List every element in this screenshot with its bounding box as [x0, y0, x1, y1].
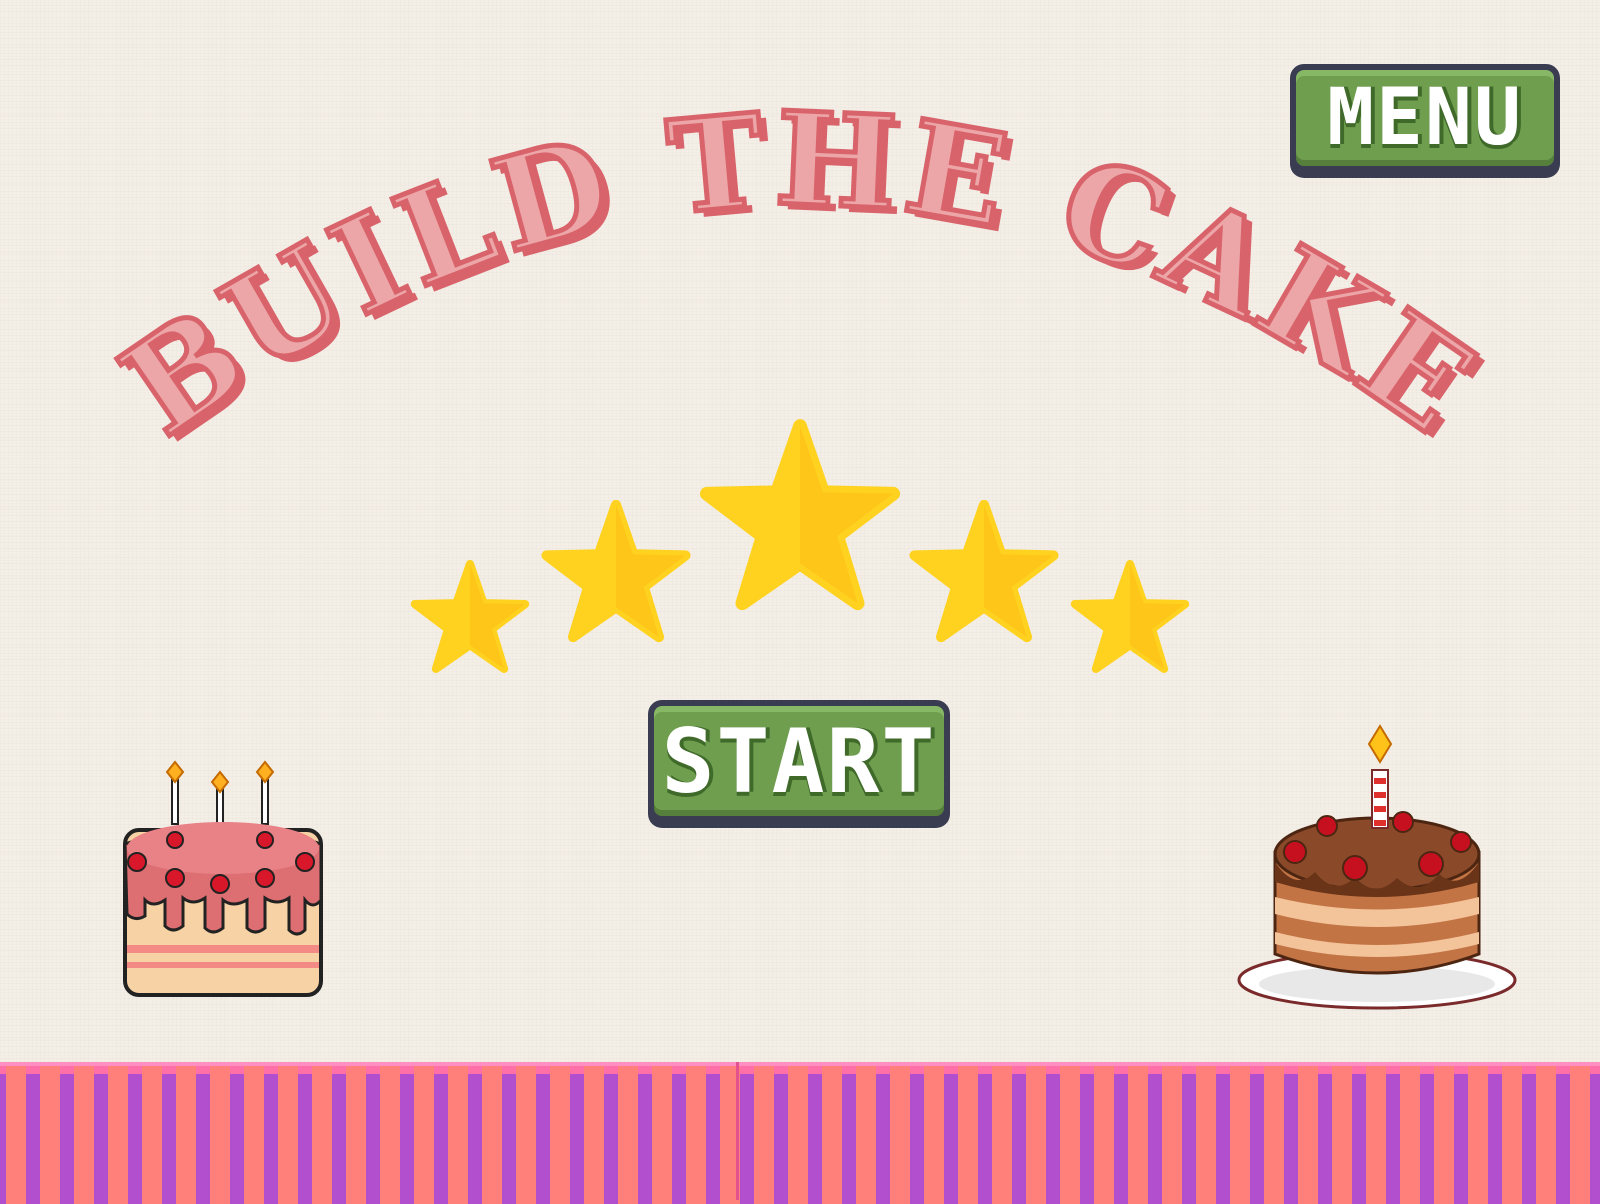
strawberry-cake-icon — [123, 760, 323, 997]
start-button[interactable]: START — [648, 700, 950, 822]
brick-floor — [0, 1062, 1600, 1204]
star-icon — [547, 505, 686, 637]
star-icon — [915, 505, 1054, 637]
chocolate-cake-icon — [1237, 724, 1517, 1010]
floor-seam — [736, 1062, 739, 1200]
menu-button[interactable]: MENU — [1290, 64, 1560, 172]
star-rating — [0, 400, 1600, 700]
menu-button-label: MENU — [1327, 73, 1523, 163]
game-title-screen: BUILD THE CAKE BUILD THE CAKE MENU START — [0, 0, 1600, 1204]
star-icon — [707, 426, 893, 603]
star-icon — [415, 564, 525, 669]
start-button-label: START — [661, 709, 937, 813]
star-icon — [1075, 564, 1185, 669]
